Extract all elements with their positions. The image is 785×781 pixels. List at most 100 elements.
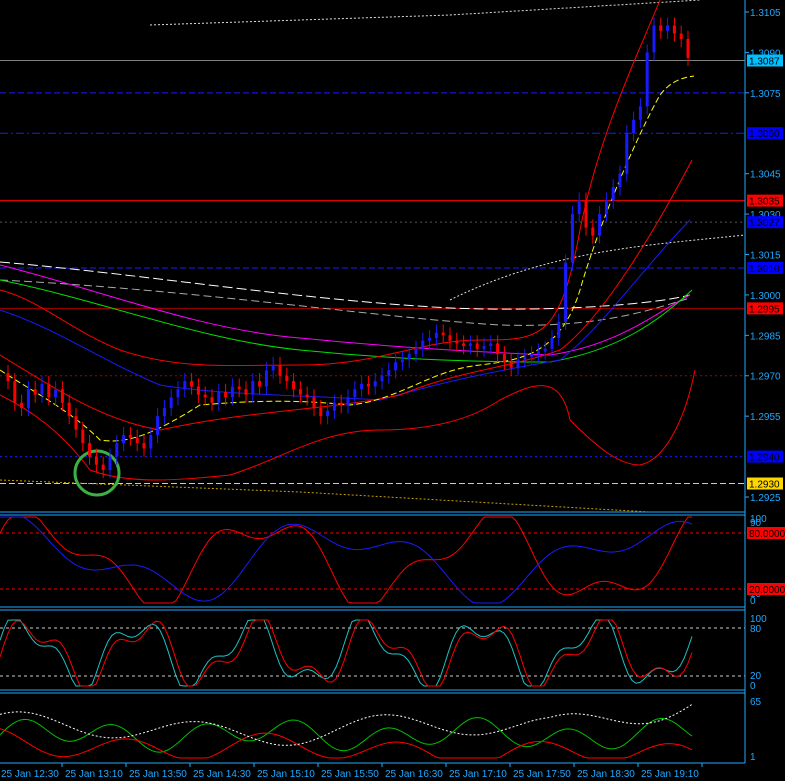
- candle-body: [142, 443, 146, 449]
- candle-body: [319, 408, 323, 417]
- candle-body: [509, 362, 513, 368]
- panel3-white-dotted-line: [0, 703, 693, 746]
- candle-body: [536, 351, 540, 355]
- price-label-text: 1.2940: [749, 453, 780, 464]
- panel1-level-text: 80.0000: [749, 529, 785, 540]
- candle-body: [489, 343, 493, 347]
- candle-body: [94, 456, 98, 465]
- candle-body: [625, 133, 629, 174]
- panel3-tick: 65: [750, 697, 762, 708]
- candle-body: [645, 52, 649, 107]
- candle-body: [13, 381, 17, 403]
- candle-body: [122, 435, 126, 444]
- price-tick-label: 1.2985: [750, 331, 781, 342]
- candle-body: [101, 464, 105, 471]
- bollinger-lower: [0, 369, 696, 481]
- candle-body: [373, 381, 377, 387]
- candle-body: [577, 200, 581, 215]
- candle-body: [162, 408, 166, 417]
- time-label: 25 Jan 18:30: [577, 769, 635, 780]
- panel2-tick: 80: [750, 624, 762, 635]
- candle-body: [530, 354, 534, 357]
- panel1-level-text: 20.0000: [749, 585, 785, 596]
- candle-body: [686, 38, 690, 58]
- price-label-text: 1.3087: [749, 56, 780, 67]
- candle-body: [380, 375, 384, 382]
- upper-envelope-dotted: [149, 0, 701, 26]
- candle-body: [564, 262, 568, 322]
- candle-body: [618, 173, 622, 188]
- candle-body: [264, 370, 268, 387]
- time-label: 25 Jan 13:50: [129, 769, 187, 780]
- candle-body: [278, 364, 282, 376]
- candle-body: [169, 397, 173, 409]
- candle-body: [285, 375, 289, 382]
- candle-body: [47, 383, 51, 398]
- candle-body: [550, 338, 554, 349]
- candle-body: [81, 429, 85, 444]
- panel1-tick: 0: [750, 596, 756, 607]
- candle-body: [659, 25, 663, 31]
- candle-body: [67, 402, 71, 417]
- time-label: 25 Jan 15:10: [257, 769, 315, 780]
- trading-chart[interactable]: 1.31051.30901.30751.30451.30301.30151.30…: [0, 0, 785, 781]
- candles: [6, 17, 690, 479]
- candle-body: [183, 381, 187, 390]
- price-tick-label: 1.2925: [750, 493, 781, 504]
- candle-body: [326, 410, 330, 417]
- candle-body: [421, 340, 425, 349]
- candle-body: [128, 435, 132, 438]
- time-label: 25 Jan 16:30: [385, 769, 443, 780]
- candle-body: [74, 416, 78, 430]
- price-tick-label: 1.3000: [750, 291, 781, 302]
- time-label: 25 Jan 19:10: [641, 769, 699, 780]
- candle-body: [598, 214, 602, 236]
- long-ma-white: [0, 261, 691, 310]
- candle-body: [353, 389, 357, 398]
- candle-body: [251, 381, 255, 395]
- price-tick-label: 1.2970: [750, 372, 781, 383]
- candle-body: [604, 200, 608, 215]
- time-label: 25 Jan 12:30: [1, 769, 59, 780]
- candle-body: [543, 348, 547, 352]
- candle-body: [448, 335, 452, 341]
- yellow-ma: [0, 75, 695, 442]
- panel3-tick: 1: [750, 752, 756, 763]
- time-label: 25 Jan 17:10: [449, 769, 507, 780]
- candle-body: [88, 443, 92, 457]
- candle-body: [237, 386, 241, 390]
- candle-body: [502, 354, 506, 363]
- candle-body: [305, 394, 309, 398]
- candle-body: [475, 343, 479, 349]
- price-tick-label: 1.3045: [750, 170, 781, 181]
- candle-body: [455, 340, 459, 344]
- candle-body: [298, 389, 302, 395]
- candle-body: [523, 356, 527, 360]
- magenta-ma: [0, 264, 691, 356]
- candle-body: [496, 343, 500, 355]
- candle-body: [258, 381, 262, 387]
- long-ma-gray: [0, 279, 691, 326]
- panel3-red-line: [0, 728, 693, 759]
- candle-body: [312, 397, 316, 409]
- candle-body: [394, 362, 398, 371]
- blue-ma: [0, 219, 691, 401]
- candle-body: [387, 370, 391, 376]
- candle-body: [434, 332, 438, 339]
- candle-body: [570, 214, 574, 263]
- candle-body: [54, 389, 58, 398]
- price-label-text: 1.3027: [749, 218, 780, 229]
- candle-body: [346, 397, 350, 406]
- candle-body: [224, 391, 228, 398]
- candle-body: [428, 338, 432, 341]
- price-tick-label: 1.3015: [750, 250, 781, 261]
- candle-body: [271, 364, 275, 371]
- time-label: 25 Jan 14:30: [193, 769, 251, 780]
- price-label-text: 1.3010: [749, 264, 780, 275]
- candle-body: [244, 389, 248, 395]
- candle-body: [60, 389, 64, 403]
- candle-body: [210, 397, 214, 403]
- price-label-text: 1.2930: [749, 480, 780, 491]
- price-tick-label: 1.3075: [750, 89, 781, 100]
- candle-body: [40, 383, 44, 395]
